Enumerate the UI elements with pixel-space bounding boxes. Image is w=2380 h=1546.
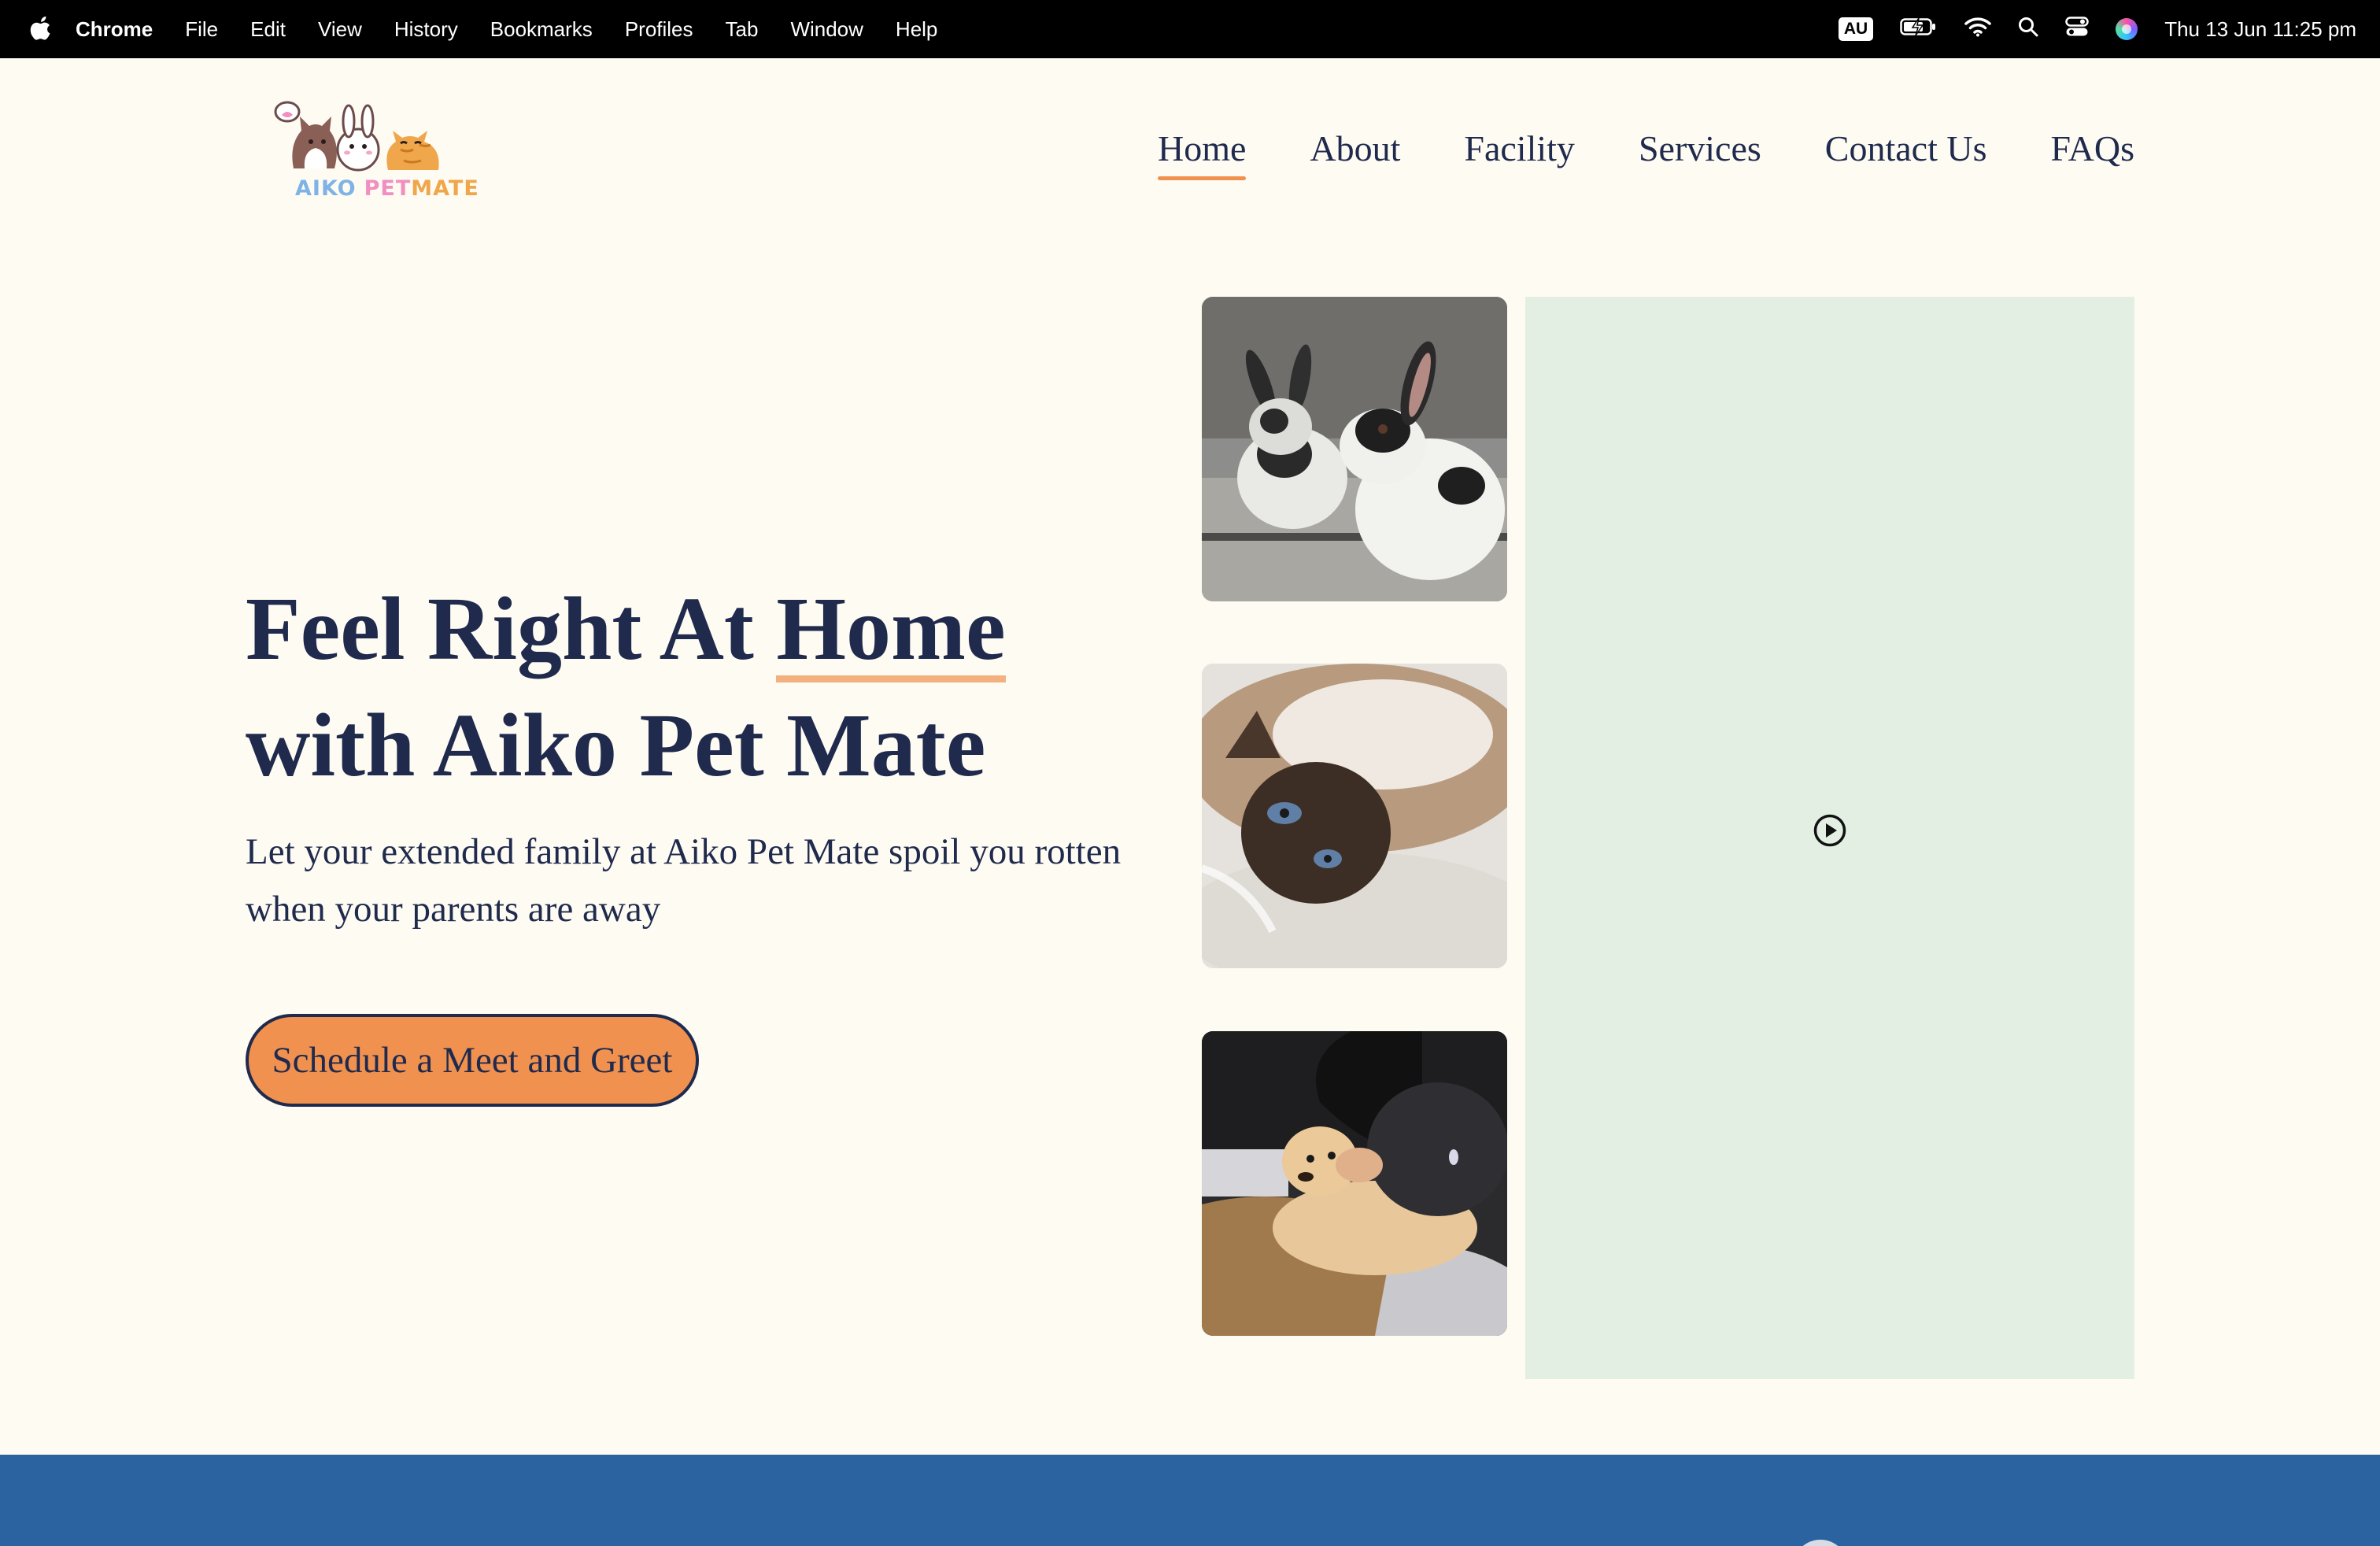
battery-icon[interactable] [1900,17,1938,43]
menu-bar: Chrome File Edit View History Bookmarks … [0,0,2380,58]
hero-subtext: Let your extended family at Aiko Pet Mat… [246,831,1122,930]
menu-edit[interactable]: Edit [250,17,286,42]
headline-line2: with Aiko Pet Mate [246,695,986,795]
dog-photo [1202,1031,1507,1336]
menu-bookmarks[interactable]: Bookmarks [490,17,593,42]
menu-window[interactable]: Window [790,17,863,42]
nav-services[interactable]: Services [1639,128,1761,179]
nav-facility[interactable]: Facility [1464,128,1575,179]
nav-faqs[interactable]: FAQs [2050,128,2134,179]
headline-highlight: Home [776,571,1006,687]
hero-headline: Feel Right At Home with Aiko Pet Mate [246,571,1190,804]
nav-about[interactable]: About [1310,128,1400,179]
menu-help[interactable]: Help [896,17,937,42]
control-center-icon[interactable] [2065,16,2089,43]
cat-photo [1202,664,1507,968]
apple-icon[interactable] [30,16,54,43]
headline-part1: Feel Right At [246,579,754,679]
logo-pets-illustration [274,101,439,172]
wifi-icon[interactable] [1964,17,1991,43]
menu-view[interactable]: View [318,17,362,42]
rabbits-photo [1202,297,1507,601]
siri-icon[interactable] [2116,18,2138,40]
site-logo[interactable]: AIKO PETMATE [270,98,479,208]
logo-word-mate: MATE [411,176,479,201]
logo-word-pet: PET [364,176,412,201]
status-area: AU Thu 13 Jun 11:25 pm [1812,0,2356,58]
menu-history[interactable]: History [394,17,458,42]
main-nav: Home About Facility Services Contact Us … [1094,128,2134,180]
schedule-meet-button[interactable]: Schedule a Meet and Greet [246,1014,699,1107]
next-section-band [0,1455,2380,1546]
clock[interactable]: Thu 13 Jun 11:25 pm [2164,17,2356,42]
menu-file[interactable]: File [185,17,218,42]
video-player[interactable] [1525,297,2134,1379]
search-icon[interactable] [2018,17,2038,43]
logo-word-aiko: AIKO [295,176,357,201]
logo-wordmark: AIKO PETMATE [295,176,479,201]
nav-home[interactable]: Home [1157,128,1247,180]
keyboard-input-badge[interactable]: AU [1838,17,1874,41]
menu-tab[interactable]: Tab [726,17,759,42]
nav-contact-us[interactable]: Contact Us [1825,128,1987,179]
menu-profiles[interactable]: Profiles [625,17,693,42]
menu-app-name[interactable]: Chrome [76,17,153,42]
play-icon[interactable] [1813,813,1847,848]
